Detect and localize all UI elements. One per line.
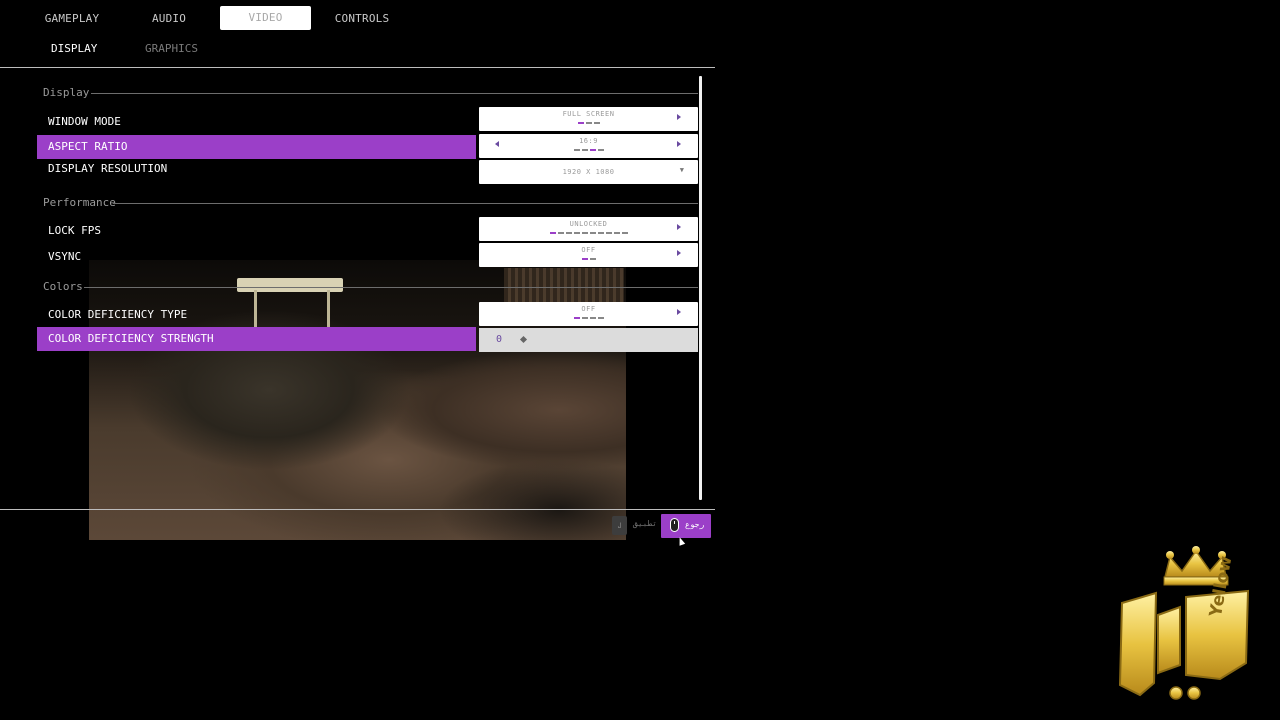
setting-row-color-deficiency-strength[interactable]: COLOR DEFICIENCY STRENGTH [37, 327, 476, 351]
setting-row-vsync[interactable]: VSYNC [37, 245, 476, 269]
section-rule [91, 93, 698, 94]
option-indicator [479, 317, 698, 319]
setting-row-display-resolution[interactable]: DISPLAY RESOLUTION [37, 157, 476, 181]
section-rule [113, 203, 698, 204]
slider-knob[interactable] [519, 335, 528, 344]
arrow-right-icon[interactable] [677, 250, 681, 256]
lock-fps-value: UNLOCKED [569, 220, 608, 228]
channel-logo: Yellow [1110, 545, 1260, 705]
setting-row-aspect-ratio[interactable]: ASPECT RATIO [37, 135, 476, 159]
arrow-right-icon[interactable] [677, 224, 681, 230]
option-indicator [479, 232, 698, 234]
back-button-label: رجوع [685, 520, 705, 529]
setting-row-color-deficiency-type[interactable]: COLOR DEFICIENCY TYPE [37, 303, 476, 327]
tab-gameplay[interactable]: GAMEPLAY [30, 7, 114, 31]
arrow-right-icon[interactable] [677, 309, 681, 315]
arrow-right-icon[interactable] [677, 114, 681, 120]
option-indicator [479, 122, 698, 124]
scrollbar[interactable] [699, 76, 702, 500]
footer-divider [0, 509, 715, 510]
tab-video[interactable]: VIDEO [220, 6, 311, 30]
option-indicator [479, 258, 698, 260]
window-mode-selector[interactable]: FULL SCREEN [479, 107, 698, 131]
subtab-graphics[interactable]: GRAPHICS [145, 41, 198, 57]
back-button[interactable]: رجوع [661, 514, 711, 538]
keyboard-key-icon: ل [612, 516, 627, 535]
mouse-icon [670, 518, 679, 532]
section-title-display: Display [43, 86, 90, 99]
setting-row-window-mode[interactable]: WINDOW MODE [37, 110, 476, 134]
tab-audio[interactable]: AUDIO [125, 7, 213, 31]
option-indicator [479, 149, 698, 151]
section-rule [84, 287, 698, 288]
aspect-ratio-value: 16:9 [579, 137, 598, 145]
apply-label[interactable]: تطبيق [633, 519, 657, 528]
setting-row-lock-fps[interactable]: LOCK FPS [37, 219, 476, 243]
section-title-performance: Performance [43, 196, 116, 209]
vsync-value: OFF [581, 246, 596, 254]
section-title-colors: Colors [43, 280, 83, 293]
color-deficiency-strength-slider[interactable]: 0 [479, 328, 698, 352]
subtab-display[interactable]: DISPLAY [51, 41, 97, 57]
color-deficiency-type-value: OFF [581, 305, 596, 313]
vsync-selector[interactable]: OFF [479, 243, 698, 267]
aspect-ratio-selector[interactable]: 16:9 [479, 134, 698, 158]
display-resolution-value: 1920 X 1080 [562, 168, 615, 176]
arrow-right-icon[interactable] [677, 141, 681, 147]
tab-controls[interactable]: CONTROLS [316, 7, 408, 31]
chevron-down-icon: ▼ [679, 166, 684, 174]
header-divider [0, 67, 715, 68]
slider-value: 0 [496, 334, 503, 345]
crown-logo-icon [1118, 546, 1250, 700]
window-mode-value: FULL SCREEN [562, 110, 615, 118]
color-deficiency-type-selector[interactable]: OFF [479, 302, 698, 326]
lock-fps-selector[interactable]: UNLOCKED [479, 217, 698, 241]
display-resolution-dropdown[interactable]: 1920 X 1080 ▼ [479, 160, 698, 184]
